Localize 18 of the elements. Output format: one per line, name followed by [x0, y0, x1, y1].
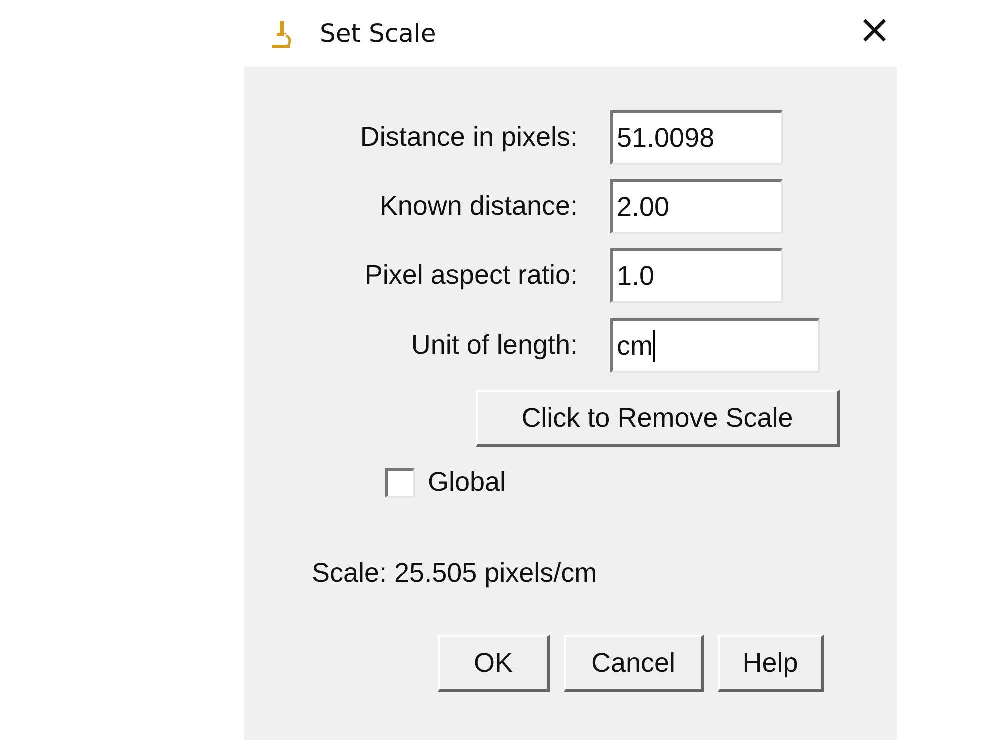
- window-title: Set Scale: [320, 19, 436, 48]
- input-field[interactable]: 51.0098: [610, 110, 783, 165]
- close-button[interactable]: ×: [852, 10, 898, 50]
- field-label: Known distance:: [378, 191, 578, 222]
- field-label: Unit of length:: [410, 330, 578, 361]
- input-field[interactable]: cm: [610, 318, 820, 373]
- remove-scale-button[interactable]: Click to Remove Scale: [476, 390, 840, 447]
- dialog-button[interactable]: OK: [438, 635, 550, 692]
- input-field[interactable]: 1.0: [610, 248, 783, 303]
- input-field[interactable]: 2.00: [610, 179, 783, 234]
- checkbox[interactable]: [385, 468, 415, 498]
- microscope-icon: [270, 18, 292, 48]
- field-label: Pixel aspect ratio:: [364, 260, 578, 291]
- dialog-button[interactable]: Cancel: [564, 635, 704, 692]
- scale-text: Scale: 25.505 pixels/cm: [312, 558, 598, 589]
- field-label: Distance in pixels:: [359, 122, 578, 153]
- checkbox-label: Global: [428, 467, 506, 498]
- dialog-button[interactable]: Help: [718, 635, 824, 692]
